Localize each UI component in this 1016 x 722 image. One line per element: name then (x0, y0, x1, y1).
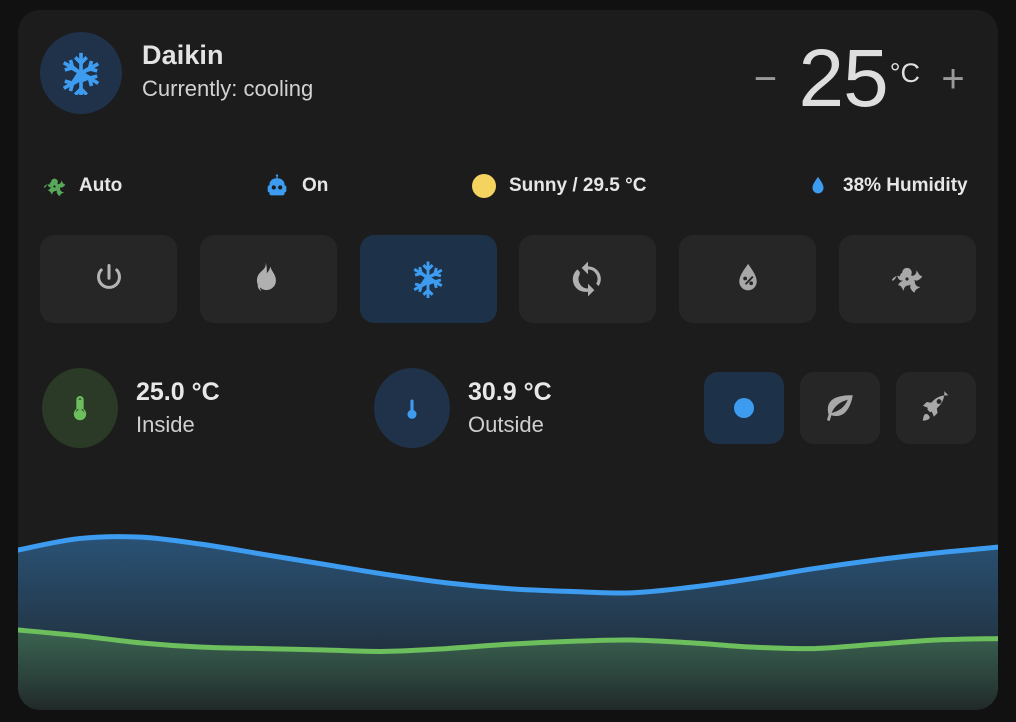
thermostat-card: Daikin Currently: cooling − 25 °C + Auto (18, 10, 998, 710)
sensor-outside-value: 30.9 °C (468, 378, 552, 406)
history-graph-svg (18, 534, 998, 710)
hvac-mode-button-row (40, 235, 976, 323)
thermometer-icon (42, 368, 118, 448)
target-temperature-unit: °C (889, 58, 920, 88)
chip-swing-mode[interactable]: On (263, 172, 328, 200)
status-chip-row: Auto On Sunny / 29.5 °C 38% Humidity (18, 158, 998, 226)
water-drop-icon (804, 172, 832, 200)
chip-fan-mode[interactable]: Auto (40, 172, 122, 200)
power-icon (96, 264, 121, 289)
sensor-outside[interactable]: 30.9 °C Outside (374, 368, 552, 448)
preset-none-button[interactable] (704, 372, 784, 444)
target-temperature-stepper: − 25 °C + (738, 36, 980, 122)
chip-fan-label: Auto (79, 175, 123, 196)
circle-dot-icon (734, 398, 754, 418)
sensor-outside-text: 30.9 °C Outside (468, 376, 552, 440)
device-title-block: Daikin Currently: cooling (142, 38, 313, 104)
preset-eco-button[interactable] (800, 372, 880, 444)
robot-icon (263, 172, 291, 200)
sensor-inside-text: 25.0 °C Inside (136, 376, 220, 440)
fan-icon (40, 172, 68, 200)
hvac-mode-heat-button[interactable] (199, 235, 337, 323)
card-header: Daikin Currently: cooling − 25 °C + (18, 10, 998, 130)
snowflake-icon (62, 52, 100, 95)
fan-icon (892, 267, 923, 293)
rocket-icon (922, 391, 949, 421)
chip-humidity-label: 38% Humidity (843, 175, 968, 196)
chip-swing-label: On (302, 175, 329, 196)
hvac-mode-cool-button[interactable] (359, 235, 497, 323)
preset-button-row (704, 372, 976, 444)
snowflake-icon (413, 261, 443, 298)
temperature-decrease-button[interactable]: − (738, 59, 792, 99)
page-title: Daikin (142, 40, 224, 70)
chip-humidity[interactable]: 38% Humidity (804, 172, 968, 200)
hvac-mode-auto-button[interactable] (519, 235, 657, 323)
thermometer-icon (374, 368, 450, 448)
sensor-row: 25.0 °C Inside 30.9 °C Outside (18, 360, 998, 464)
hvac-mode-dry-button[interactable] (679, 235, 817, 323)
water-percent-icon (738, 263, 757, 291)
sensor-inside-label: Inside (136, 412, 195, 437)
hvac-mode-fan-only-button[interactable] (838, 235, 976, 323)
sensor-inside-value: 25.0 °C (136, 378, 220, 406)
fire-icon (257, 262, 277, 292)
target-temperature-value: 25 (798, 33, 888, 124)
chip-weather[interactable]: Sunny / 29.5 °C (470, 172, 646, 200)
autorenew-icon (572, 261, 601, 297)
sensor-inside[interactable]: 25.0 °C Inside (42, 368, 220, 448)
history-graph (18, 510, 998, 710)
hvac-mode-off-button[interactable] (40, 235, 177, 323)
preset-boost-button[interactable] (896, 372, 976, 444)
temperature-increase-button[interactable]: + (926, 59, 980, 99)
device-snowflake-icon (40, 32, 122, 114)
sun-icon (470, 172, 498, 200)
device-state-text: Currently: cooling (142, 76, 314, 101)
target-temperature-display: 25 °C (792, 38, 926, 120)
chip-weather-label: Sunny / 29.5 °C (509, 175, 647, 196)
leaf-icon (826, 395, 853, 422)
sensor-outside-label: Outside (468, 412, 544, 437)
